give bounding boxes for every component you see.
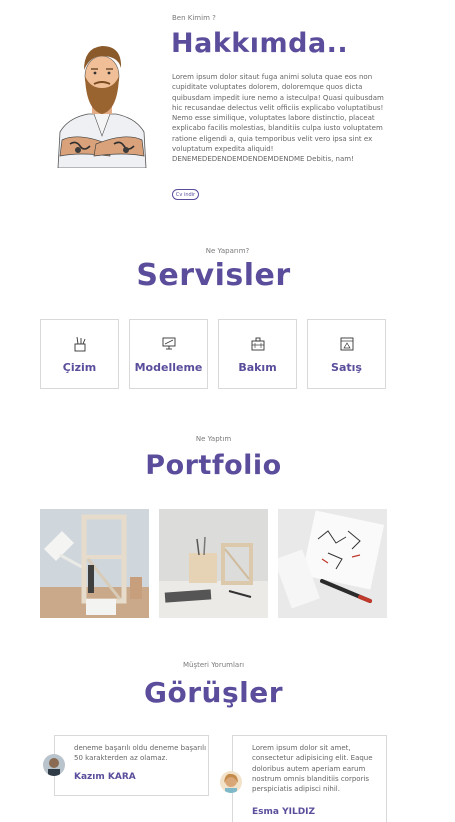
reviews-title: Görüşler	[143, 676, 284, 709]
woman-avatar	[220, 771, 242, 793]
portfolio-item-lamp[interactable]	[40, 509, 149, 618]
services-subtitle: Ne Yaparım?	[205, 247, 250, 255]
portfolio-item-sketches[interactable]	[278, 509, 387, 618]
reviewer-name: Kazım KARA	[74, 772, 136, 782]
sketches-pen-photo	[278, 509, 387, 618]
blueprint-sale-icon	[340, 337, 353, 351]
about-title: Hakkımda..	[171, 28, 349, 59]
cv-download-button[interactable]: Cv indir	[172, 189, 199, 200]
service-card-bakim[interactable]: Bakım	[218, 319, 297, 389]
service-card-satis[interactable]: Satış	[307, 319, 386, 389]
monitor-ruler-icon	[162, 337, 175, 350]
about-avatar-illustration	[48, 40, 156, 169]
portfolio-title: Portfolio	[145, 450, 282, 481]
reviewer-name: Esma YILDIZ	[252, 807, 316, 817]
review-card: deneme başarılı oldu deneme başarılı 50 …	[54, 735, 209, 796]
service-label: Çizim	[62, 361, 97, 374]
desk-lamp-shelf-photo	[40, 509, 149, 618]
toolbox-icon	[251, 337, 264, 351]
portfolio-item-organizer[interactable]	[159, 509, 268, 618]
about-subtitle: Ben Kimim ?	[172, 14, 216, 22]
service-label: Modelleme	[134, 361, 203, 374]
about-text: Lorem ipsum dolor sitaut fuga animi solu…	[172, 73, 384, 164]
desk-organizer-photo	[159, 509, 268, 618]
service-label: Satış	[331, 361, 362, 374]
service-card-modelleme[interactable]: Modelleme	[129, 319, 208, 389]
man-avatar	[43, 754, 65, 776]
reviews-subtitle: Müşteri Yorumları	[182, 661, 245, 669]
services-title: Servisler	[136, 258, 291, 293]
pencil-cup-icon	[74, 336, 85, 352]
service-card-cizim[interactable]: Çizim	[40, 319, 119, 389]
portfolio-subtitle: Ne Yaptım	[195, 435, 232, 443]
review-text: deneme başarılı oldu deneme başarılı 50 …	[74, 744, 207, 763]
review-card: Lorem ipsum dolor sit amet, consectetur …	[232, 735, 387, 822]
service-label: Bakım	[238, 361, 277, 374]
review-text: Lorem ipsum dolor sit amet, consectetur …	[252, 744, 373, 794]
